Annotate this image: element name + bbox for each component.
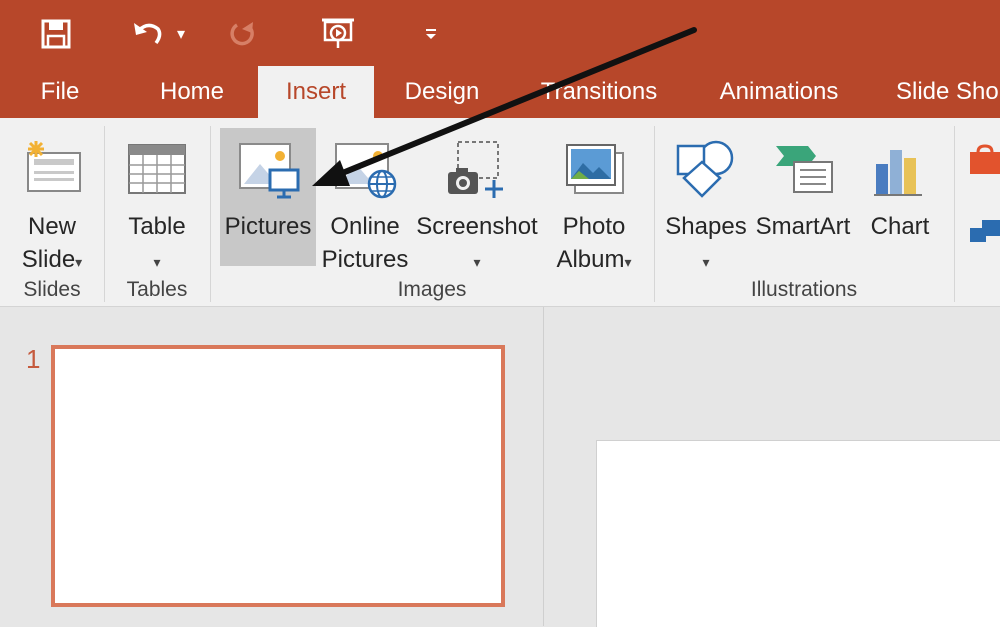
group-separator bbox=[954, 126, 955, 302]
save-icon[interactable] bbox=[36, 12, 76, 56]
redo-icon bbox=[222, 12, 262, 56]
screenshot-caret[interactable]: ▾ bbox=[473, 254, 480, 270]
photo-album-icon bbox=[561, 128, 627, 210]
photo-album-button[interactable]: Photo Album▾ bbox=[544, 128, 644, 279]
tab-insert[interactable]: Insert bbox=[258, 66, 374, 118]
pictures-label: Pictures bbox=[224, 213, 312, 240]
new-slide-button[interactable]: New Slide▾ bbox=[8, 128, 96, 279]
new-slide-label: New bbox=[27, 213, 76, 240]
tab-transitions[interactable]: Transitions bbox=[534, 66, 664, 118]
tab-home[interactable]: Home bbox=[148, 66, 236, 118]
photo-album-label-line2: Album bbox=[556, 246, 625, 273]
table-label: Table bbox=[128, 213, 186, 240]
shapes-caret[interactable]: ▾ bbox=[702, 254, 709, 270]
pictures-button[interactable]: Pictures bbox=[220, 128, 316, 266]
smartart-label: SmartArt bbox=[755, 213, 851, 240]
table-icon bbox=[127, 128, 187, 210]
smartart-button[interactable]: SmartArt bbox=[752, 128, 854, 243]
group-label-slides: Slides bbox=[23, 278, 81, 301]
new-slide-icon bbox=[20, 128, 84, 210]
undo-icon[interactable] bbox=[128, 12, 168, 56]
smartart-icon bbox=[770, 128, 836, 210]
shapes-label: Shapes bbox=[665, 213, 747, 240]
group-separator bbox=[104, 126, 105, 302]
photo-album-label: Photo bbox=[562, 213, 626, 240]
ribbon: New Slide▾ Table ▾ Pictures Online Pictu… bbox=[0, 118, 1000, 307]
new-slide-label-line2: Slide bbox=[21, 246, 76, 273]
online-pictures-button[interactable]: Online Pictures bbox=[320, 128, 410, 276]
group-label-tables: Tables bbox=[126, 278, 188, 301]
online-pictures-label-line2: Pictures bbox=[321, 246, 409, 273]
group-separator bbox=[654, 126, 655, 302]
new-slide-caret[interactable]: ▾ bbox=[75, 254, 82, 270]
slide-number: 1 bbox=[26, 344, 41, 374]
shapes-icon bbox=[674, 128, 738, 210]
group-label-images: Images bbox=[397, 278, 467, 301]
photo-album-caret[interactable]: ▾ bbox=[625, 254, 632, 270]
customize-toolbar-icon[interactable] bbox=[420, 12, 442, 56]
my-addins-icon[interactable] bbox=[968, 216, 1000, 251]
group-separator bbox=[210, 126, 211, 302]
screenshot-label: Screenshot bbox=[416, 213, 538, 240]
tab-animations[interactable]: Animations bbox=[708, 66, 850, 118]
table-button[interactable]: Table ▾ bbox=[112, 128, 202, 279]
shapes-button[interactable]: Shapes ▾ bbox=[662, 128, 750, 279]
online-pictures-label: Online bbox=[330, 213, 400, 240]
group-label-illustrations: Illustrations bbox=[750, 278, 858, 301]
screenshot-button[interactable]: Screenshot ▾ bbox=[414, 128, 540, 279]
present-from-start-icon[interactable] bbox=[316, 12, 360, 56]
tab-slide-show[interactable]: Slide Sho bbox=[896, 66, 1000, 118]
tab-design[interactable]: Design bbox=[396, 66, 488, 118]
chart-icon bbox=[872, 128, 928, 210]
chart-label: Chart bbox=[870, 213, 930, 240]
store-icon[interactable] bbox=[968, 144, 1000, 181]
screenshot-icon bbox=[444, 128, 510, 210]
undo-dropdown-icon[interactable]: ▾ bbox=[170, 12, 192, 56]
pictures-icon bbox=[236, 128, 300, 210]
online-pictures-icon bbox=[332, 128, 398, 210]
tab-file[interactable]: File bbox=[22, 66, 98, 118]
chart-button[interactable]: Chart bbox=[860, 128, 940, 243]
slide-thumbnail[interactable] bbox=[51, 345, 505, 607]
table-caret[interactable]: ▾ bbox=[153, 254, 160, 270]
slide-canvas[interactable] bbox=[596, 440, 1000, 627]
